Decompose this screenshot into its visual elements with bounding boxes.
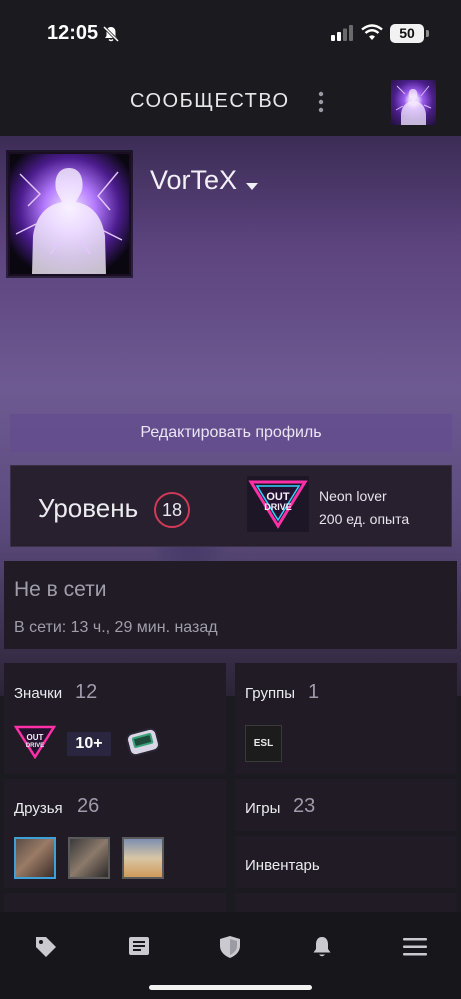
neon-badge-icon: OUT DRIVE: [247, 476, 309, 532]
groups-count: 1: [308, 681, 320, 703]
friends-tile[interactable]: Друзья 26: [4, 779, 226, 888]
outdrive-badge-icon: OUT DRIVE: [14, 725, 56, 759]
chevron-down-icon[interactable]: [245, 182, 259, 191]
featured-badge-xp: 200 ед. опыта: [319, 511, 410, 527]
status-time: 12:05: [47, 22, 99, 44]
level-card[interactable]: Уровень 18 OUT DRIVE Neon lover 200 ед. …: [10, 465, 452, 547]
menu-icon[interactable]: [403, 938, 427, 956]
header-avatar[interactable]: [391, 80, 436, 125]
battery-icon: 50: [390, 24, 424, 43]
shield-icon[interactable]: [219, 935, 241, 959]
badges-tile[interactable]: Значки 12 OUT DRIVE 10+: [4, 663, 226, 774]
profile-avatar[interactable]: [8, 152, 131, 276]
edit-profile-button[interactable]: Редактировать профиль: [10, 414, 452, 452]
esl-group-icon: ESL: [245, 725, 282, 762]
esl-group-label: ESL: [253, 738, 274, 749]
svg-text:DRIVE: DRIVE: [26, 743, 44, 749]
avatar-art-icon: [10, 154, 129, 274]
featured-badge-title: Neon lover: [319, 488, 387, 504]
games-tile[interactable]: Игры 23: [235, 779, 457, 831]
tag-icon[interactable]: [34, 935, 58, 959]
groups-tile[interactable]: Группы 1 ESL: [235, 663, 457, 774]
inventory-tile[interactable]: Инвентарь: [235, 836, 457, 888]
games-label: Игры: [245, 800, 281, 817]
games-count: 23: [293, 795, 316, 817]
svg-text:DRIVE: DRIVE: [264, 502, 292, 512]
last-online: В сети: 13 ч., 29 мин. назад: [14, 619, 218, 636]
home-indicator: [149, 985, 312, 990]
inventory-label: Инвентарь: [245, 857, 320, 874]
online-status-card: Не в сети В сети: 13 ч., 29 мин. назад: [4, 561, 457, 649]
bell-icon[interactable]: [311, 935, 333, 959]
wifi-icon: [361, 24, 383, 40]
news-icon[interactable]: [128, 935, 150, 957]
level-badge: 18: [154, 492, 190, 528]
friends-count: 26: [77, 795, 100, 817]
battery-tip: [426, 30, 429, 37]
badges-count: 12: [75, 681, 98, 703]
friend-avatar[interactable]: [14, 837, 56, 879]
online-status: Не в сети: [14, 578, 107, 601]
svg-text:OUT: OUT: [27, 733, 44, 742]
signal-icon: [331, 25, 353, 41]
friend-avatar[interactable]: [122, 837, 164, 879]
avatar-silhouette-icon: [395, 85, 432, 125]
level-label: Уровень: [38, 493, 139, 523]
pager-badge-icon: [126, 727, 160, 757]
bell-off-icon: [102, 25, 120, 43]
persona-name[interactable]: VorTeX: [150, 165, 237, 196]
badges-label: Значки: [14, 685, 63, 702]
groups-label: Группы: [245, 685, 295, 702]
friend-avatar[interactable]: [68, 837, 110, 879]
friends-label: Друзья: [14, 800, 63, 817]
page-title: СООБЩЕСТВО: [130, 90, 290, 112]
years-badge: 10+: [67, 732, 111, 756]
kebab-menu-icon[interactable]: [317, 91, 325, 113]
